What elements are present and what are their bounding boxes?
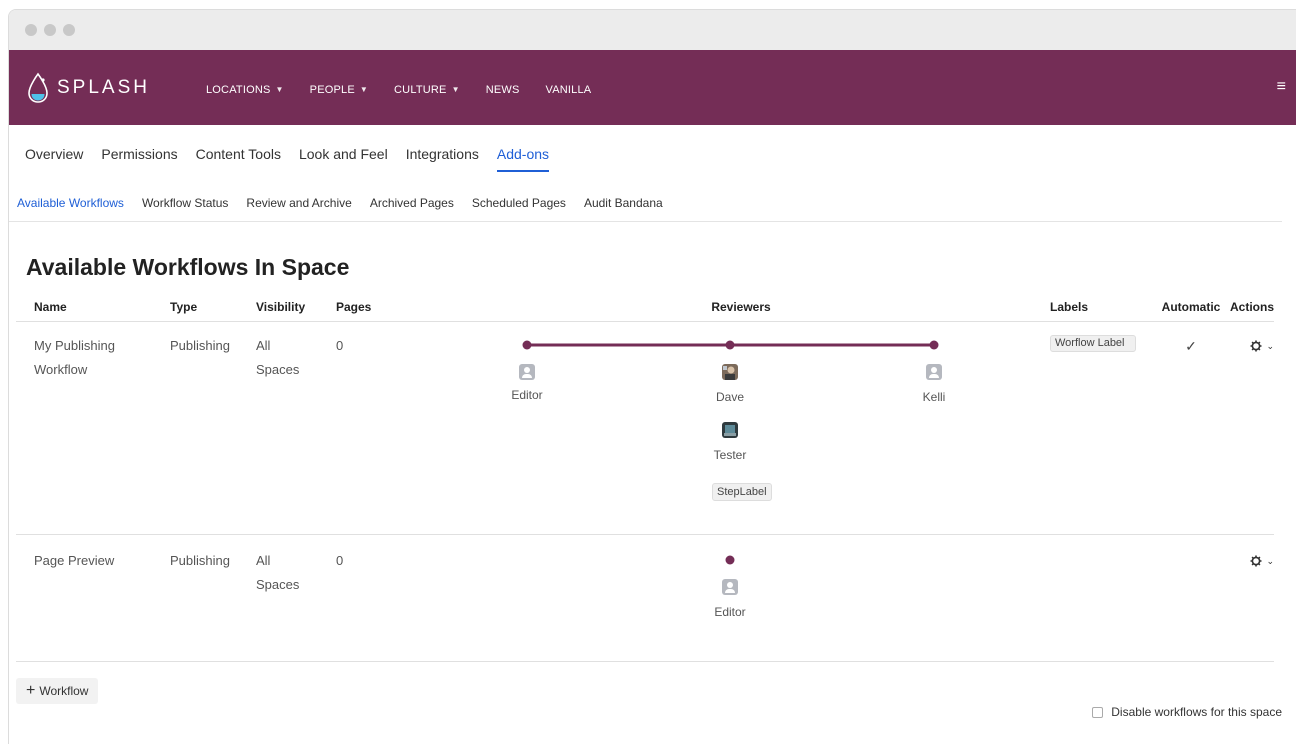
nav-culture-label: CULTURE: [394, 83, 447, 96]
main-nav: LOCATIONS ▼ PEOPLE ▼ CULTURE ▼ NEWS VANILLA: [206, 84, 591, 96]
reviewer-timeline: [522, 340, 939, 349]
avatar: [722, 363, 738, 380]
reviewer-name: Editor: [511, 387, 543, 402]
chevron-down-icon: ▼: [451, 85, 460, 94]
actions-menu[interactable]: ⌄: [1250, 549, 1274, 573]
chevron-down-icon: ▼: [275, 85, 284, 94]
avatar: [722, 421, 738, 438]
header-name[interactable]: Name: [16, 293, 170, 322]
workflow-label-chip[interactable]: Worflow Label: [1050, 334, 1136, 352]
disable-workflows-checkbox[interactable]: [1092, 706, 1104, 718]
subtab-available-workflows[interactable]: Available Workflows: [17, 196, 124, 210]
top-navigation: SPLASH LOCATIONS ▼ PEOPLE ▼ CULTURE ▼ NEWS …: [9, 50, 1296, 125]
header-actions[interactable]: Actions: [1226, 293, 1274, 322]
chevron-down-icon: ▼: [359, 85, 369, 94]
header-automatic[interactable]: Automatic: [1156, 293, 1226, 322]
workflow-type: Publishing: [170, 534, 256, 662]
nav-locations[interactable]: LOCATIONS ▼: [206, 84, 284, 96]
header-visibility[interactable]: Visibility: [256, 293, 336, 322]
subtab-scheduled-pages[interactable]: Scheduled Pages: [472, 196, 566, 210]
water-drop-icon: [28, 72, 48, 103]
disable-workflows-label: Disable workflows for this space: [1111, 705, 1282, 719]
brand-name: SPLASH: [57, 76, 150, 98]
table-header-row: Name Type Visibility Pages Reviewers Lab…: [16, 293, 1274, 322]
table-row: Page Preview Publishing All Spaces 0 Edi…: [16, 534, 1274, 662]
user-icon: [722, 578, 738, 595]
tab-look-and-feel[interactable]: Look and Feel: [299, 146, 388, 164]
workflow-visibility: All Spaces: [256, 552, 300, 592]
user-icon: [519, 363, 535, 380]
window-maximize-dot[interactable]: [63, 24, 75, 36]
add-workflow-label: Workflow: [39, 684, 89, 698]
chevron-down-icon: ⌄: [1266, 555, 1274, 566]
subtab-archived-pages[interactable]: Archived Pages: [370, 196, 454, 210]
reviewer-name: Tester: [713, 447, 747, 462]
nav-vanilla[interactable]: VANILLA: [546, 84, 592, 96]
timeline-step-dot: [929, 340, 939, 349]
tab-overview[interactable]: Overview: [25, 146, 83, 164]
header-type[interactable]: Type: [170, 293, 256, 322]
header-labels[interactable]: Labels: [1050, 293, 1156, 322]
nav-news[interactable]: NEWS: [486, 84, 520, 96]
reviewers-cell: Editor Dave Tester StepLabel Kelli: [432, 321, 1050, 535]
nav-news-label: NEWS: [485, 83, 520, 96]
add-workflow-button[interactable]: + Workflow: [16, 678, 99, 704]
tab-content-tools[interactable]: Content Tools: [196, 146, 281, 164]
subtab-review-and-archive[interactable]: Review and Archive: [246, 196, 351, 210]
tab-permissions[interactable]: Permissions: [101, 146, 177, 164]
tab-integrations[interactable]: Integrations: [406, 146, 479, 164]
reviewers-cell: Editor: [432, 534, 1050, 662]
workflow-name[interactable]: My Publishing Workflow: [34, 334, 144, 382]
tab-add-ons[interactable]: Add-ons: [496, 146, 550, 172]
gear-icon: [1250, 340, 1262, 351]
subtab-audit-bandana[interactable]: Audit Bandana: [584, 196, 663, 210]
nav-culture[interactable]: CULTURE ▼: [394, 84, 460, 96]
header-reviewers[interactable]: Reviewers: [432, 293, 1050, 322]
user-icon: [926, 363, 942, 380]
reviewer-dave[interactable]: Dave: [700, 363, 760, 404]
table-row: My Publishing Workflow Publishing All Sp…: [16, 321, 1274, 535]
workflow-name[interactable]: Page Preview: [34, 549, 170, 573]
settings-tabs: Overview Permissions Content Tools Look …: [9, 125, 1296, 185]
nav-vanilla-label: VANILLA: [545, 83, 592, 96]
workflow-type: Publishing: [170, 321, 256, 535]
timeline-step-dot: [725, 340, 735, 349]
workflow-labels: [1050, 534, 1156, 662]
check-icon: ✓: [1156, 321, 1226, 535]
header-pages[interactable]: Pages: [336, 293, 432, 322]
step-label: StepLabel: [712, 482, 772, 501]
plus-icon: +: [26, 682, 36, 699]
hamburger-icon[interactable]: ≡: [1277, 78, 1286, 96]
workflow-visibility: All Spaces: [256, 337, 300, 377]
window-titlebar: [9, 10, 1296, 50]
reviewer-name: Editor: [714, 604, 746, 619]
nav-people-label: PEOPLE: [309, 83, 355, 96]
step-label-chip: StepLabel: [712, 479, 772, 503]
workflow-automatic: [1156, 534, 1226, 662]
timeline-step-dot: [522, 340, 532, 349]
window-minimize-dot[interactable]: [44, 24, 56, 36]
workflow-pages: 0: [336, 534, 432, 662]
workflow-subtabs: Available Workflows Workflow Status Revi…: [9, 185, 1282, 222]
subtab-workflow-status[interactable]: Workflow Status: [142, 196, 228, 210]
timeline-step-dot: [725, 555, 735, 564]
reviewer-timeline: [725, 555, 735, 564]
reviewer-name: Kelli: [922, 389, 946, 404]
gear-icon: [1250, 555, 1262, 566]
reviewer-editor[interactable]: Editor: [700, 578, 760, 619]
reviewer-tester[interactable]: Tester: [700, 421, 760, 462]
actions-menu[interactable]: ⌄: [1250, 334, 1274, 358]
nav-people[interactable]: PEOPLE ▼: [310, 84, 368, 96]
reviewer-editor[interactable]: Editor: [497, 363, 557, 402]
workflows-table: Name Type Visibility Pages Reviewers Lab…: [16, 293, 1274, 662]
brand-logo[interactable]: SPLASH: [27, 72, 150, 104]
chevron-down-icon: ⌄: [1266, 340, 1274, 351]
window-close-dot[interactable]: [25, 24, 37, 36]
page-title: Available Workflows In Space: [26, 254, 350, 280]
nav-locations-label: LOCATIONS: [205, 83, 271, 96]
reviewer-kelli[interactable]: Kelli: [904, 363, 964, 404]
reviewer-name: Dave: [715, 389, 744, 404]
workflow-pages: 0: [336, 321, 432, 535]
disable-workflows-option[interactable]: Disable workflows for this space: [1092, 705, 1282, 719]
